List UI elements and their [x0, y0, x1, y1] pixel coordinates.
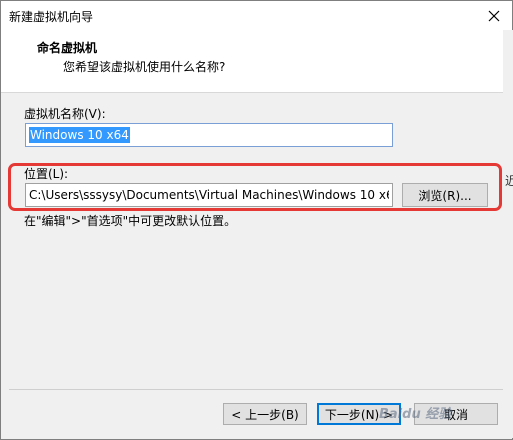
background-window-edge: [503, 30, 513, 438]
location-input[interactable]: C:\Users\sssysy\Documents\Virtual Machin…: [25, 183, 393, 207]
header-panel: 命名虚拟机 您希望该虚拟机使用什么名称?: [1, 31, 512, 93]
vm-name-input[interactable]: Windows 10 x64: [25, 123, 393, 147]
vm-name-value: Windows 10 x64: [29, 127, 130, 143]
vm-name-label: 虚拟机名称(V):: [24, 107, 106, 121]
title-bar: 新建虚拟机向导: [1, 1, 512, 31]
cancel-button[interactable]: 取消: [414, 403, 498, 425]
location-hint: 在"编辑">"首选项"中可更改默认位置。: [24, 214, 237, 228]
browse-button[interactable]: 浏览(R)...: [402, 183, 488, 207]
page-title: 命名虚拟机: [37, 41, 98, 55]
background-partial-text: 近: [505, 174, 513, 188]
footer-separator: [9, 389, 503, 390]
back-button[interactable]: < 上一步(B): [223, 403, 307, 425]
location-value: C:\Users\sssysy\Documents\Virtual Machin…: [29, 188, 389, 202]
window-title: 新建虚拟机向导: [9, 10, 94, 24]
close-icon: [488, 10, 500, 22]
wizard-window: 新建虚拟机向导 命名虚拟机 您希望该虚拟机使用什么名称? 虚拟机名称(V): W…: [0, 0, 513, 440]
location-label: 位置(L):: [24, 167, 69, 181]
next-button[interactable]: 下一步(N) >: [317, 403, 401, 425]
close-button[interactable]: [476, 1, 512, 31]
page-subtitle: 您希望该虚拟机使用什么名称?: [63, 60, 226, 74]
